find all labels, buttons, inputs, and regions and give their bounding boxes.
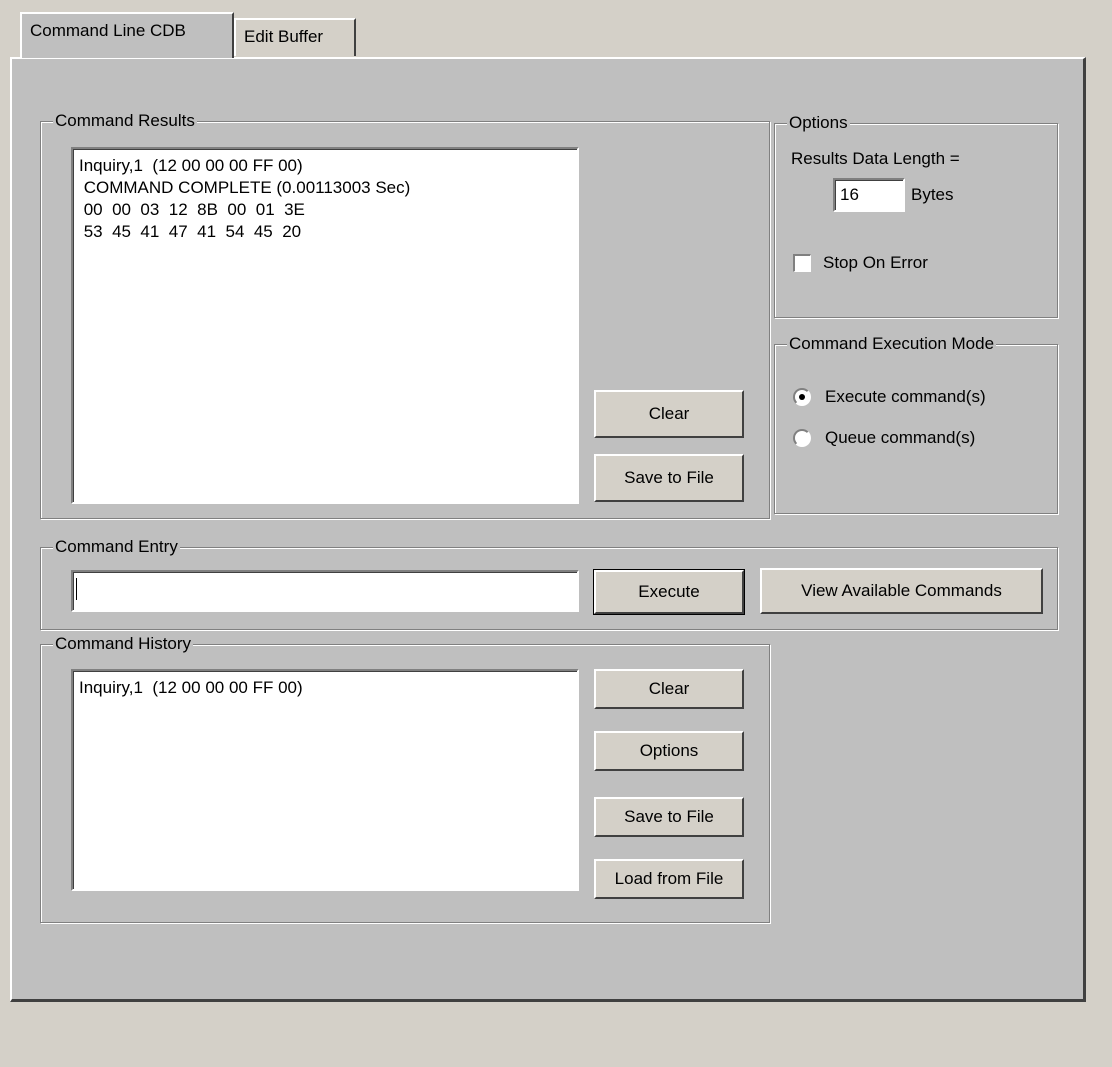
command-entry-input[interactable]: [71, 570, 579, 612]
radio-dot: [799, 394, 805, 400]
results-length-label: Results Data Length =: [791, 149, 960, 168]
results-line: 00 00 03 12 8B 00 01 3E: [79, 200, 305, 219]
options-legend: Options: [787, 112, 850, 134]
tab-label: Command Line CDB: [30, 21, 186, 40]
results-clear-button[interactable]: Clear: [594, 390, 744, 438]
execution-mode-legend: Command Execution Mode: [787, 333, 997, 355]
command-results-legend: Command Results: [53, 110, 197, 132]
history-line: Inquiry,1 (12 00 00 00 FF 00): [79, 678, 303, 697]
history-options-button[interactable]: Options: [594, 731, 744, 771]
history-load-button[interactable]: Load from File: [594, 859, 744, 899]
command-entry-legend: Command Entry: [53, 536, 180, 558]
text-caret: [76, 578, 77, 600]
view-available-commands-button[interactable]: View Available Commands: [760, 568, 1043, 614]
results-length-value: 16: [840, 185, 859, 204]
execution-mode-group: Command Execution Mode Execute command(s…: [774, 333, 1058, 514]
tab-edit-buffer[interactable]: Edit Buffer: [234, 18, 356, 56]
history-save-button[interactable]: Save to File: [594, 797, 744, 837]
bytes-label: Bytes: [911, 185, 954, 204]
history-clear-button[interactable]: Clear: [594, 669, 744, 709]
execute-button[interactable]: Execute: [593, 569, 745, 615]
queue-radio[interactable]: [793, 429, 811, 447]
command-history-legend: Command History: [53, 633, 194, 655]
command-entry-group: Command Entry Execute View Available Com…: [40, 536, 1058, 630]
queue-radio-label: Queue command(s): [825, 428, 976, 447]
execute-radio-label: Execute command(s): [825, 387, 986, 406]
options-group: Options Results Data Length = 16 Bytes S…: [774, 112, 1058, 318]
tab-label: Edit Buffer: [244, 27, 324, 46]
command-history-group: Command History Inquiry,1 (12 00 00 00 F…: [40, 633, 770, 923]
command-history-list[interactable]: Inquiry,1 (12 00 00 00 FF 00): [71, 669, 579, 891]
command-results-list[interactable]: Inquiry,1 (12 00 00 00 FF 00) COMMAND CO…: [71, 147, 579, 504]
execute-radio[interactable]: [793, 388, 811, 406]
results-line: Inquiry,1 (12 00 00 00 FF 00): [79, 156, 303, 175]
results-save-button[interactable]: Save to File: [594, 454, 744, 502]
results-length-input[interactable]: 16: [833, 178, 905, 212]
stop-on-error-label: Stop On Error: [823, 253, 928, 272]
tab-panel: Command Results Inquiry,1 (12 00 00 00 F…: [10, 57, 1086, 1002]
command-results-group: Command Results Inquiry,1 (12 00 00 00 F…: [40, 110, 770, 519]
results-line: 53 45 41 47 41 54 45 20: [79, 222, 302, 241]
tab-command-line-cdb[interactable]: Command Line CDB: [20, 12, 234, 58]
results-line: COMMAND COMPLETE (0.00113003 Sec): [79, 178, 411, 197]
stop-on-error-checkbox[interactable]: [793, 254, 811, 272]
